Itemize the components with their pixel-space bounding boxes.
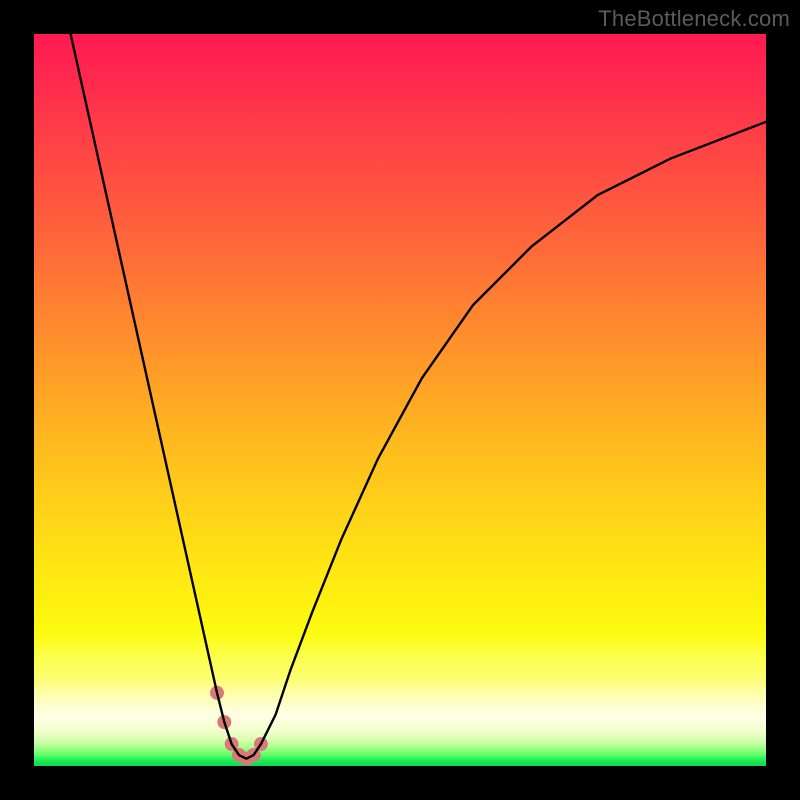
chart-frame: TheBottleneck.com xyxy=(0,0,800,800)
curve-layer xyxy=(34,34,766,766)
bottleneck-curve xyxy=(71,34,766,759)
watermark-text: TheBottleneck.com xyxy=(598,6,790,32)
plot-area xyxy=(34,34,766,766)
